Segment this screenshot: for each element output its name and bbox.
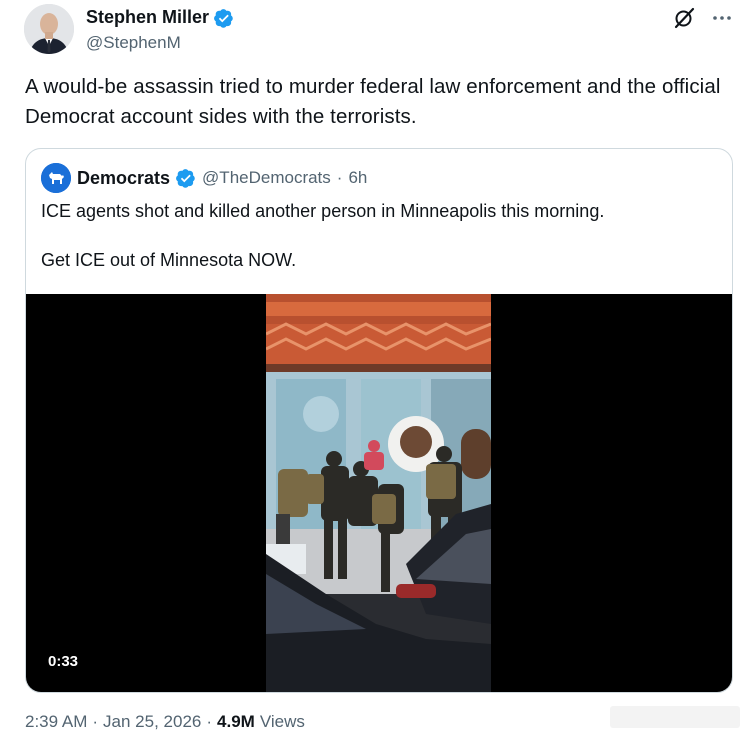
quote-text: ICE agents shot and killed another perso…: [41, 199, 721, 273]
quote-separator: ·: [336, 168, 343, 187]
watermark: [610, 706, 740, 728]
views-count[interactable]: 4.9M: [217, 712, 255, 732]
avatar[interactable]: [24, 4, 74, 54]
author-handle[interactable]: @StephenM: [86, 33, 181, 53]
footer-separator: ·: [92, 712, 99, 731]
tweet-actions: [672, 6, 734, 30]
quote-text-line2: Get ICE out of Minnesota NOW.: [41, 250, 297, 270]
tweet: Stephen Miller @StephenM A would-be assa…: [0, 0, 748, 736]
footer-separator: ·: [206, 712, 213, 731]
verified-badge-icon[interactable]: [214, 8, 234, 28]
quote-display-name[interactable]: Democrats: [77, 168, 170, 189]
quote-header: Democrats @TheDemocrats · 6h: [41, 163, 367, 193]
author-display-name[interactable]: Stephen Miller: [86, 7, 209, 28]
video-thumbnail[interactable]: [266, 294, 491, 692]
tweet-text: A would-be assassin tried to murder fede…: [25, 75, 721, 128]
post-date[interactable]: Jan 25, 2026: [103, 712, 201, 732]
video-duration: 0:33: [48, 653, 79, 670]
tweet-footer: 2:39 AM · Jan 25, 2026 · 4.9M Views: [25, 712, 305, 732]
quote-timestamp[interactable]: 6h: [348, 168, 367, 188]
views-label: Views: [259, 712, 305, 731]
quote-handle[interactable]: @TheDemocrats: [202, 168, 331, 188]
quote-verified-badge-icon: [176, 168, 196, 188]
video-player[interactable]: 0:33: [26, 294, 732, 692]
more-icon[interactable]: [710, 6, 734, 30]
quote-text-line1: ICE agents shot and killed another perso…: [41, 201, 605, 221]
author-name-row: Stephen Miller: [86, 7, 234, 28]
quoted-tweet[interactable]: Democrats @TheDemocrats · 6h ICE agents …: [25, 148, 733, 693]
donkey-logo-icon[interactable]: [41, 163, 71, 193]
post-time[interactable]: 2:39 AM: [25, 712, 87, 732]
grok-icon[interactable]: [672, 6, 696, 30]
